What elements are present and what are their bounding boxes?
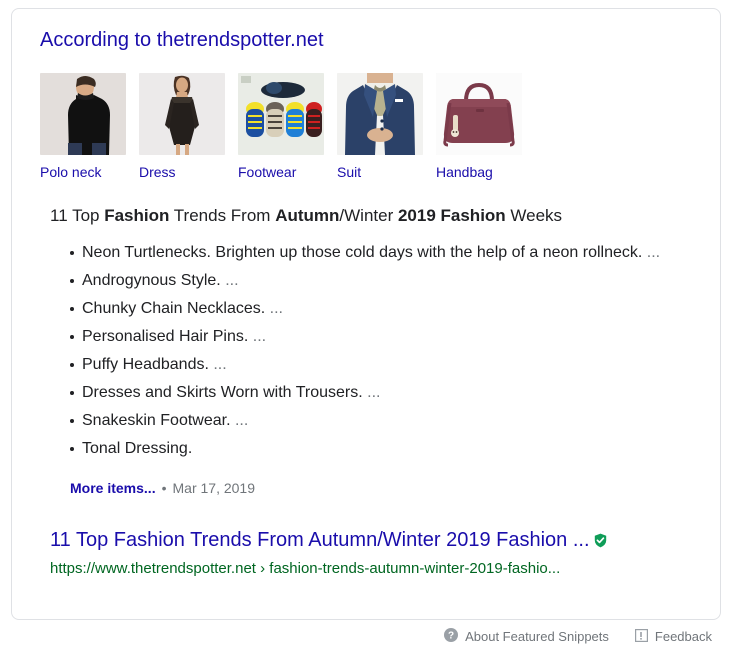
about-featured-snippets-label: About Featured Snippets [465,629,609,645]
feedback-label: Feedback [655,629,712,645]
bullet-ellipsis: ... [363,384,381,401]
snippet-bullet-item: Neon Turtlenecks. Brighten up those cold… [70,239,700,267]
source-result-url[interactable]: https://www.thetrendspotter.net › fashio… [50,559,700,579]
snippet-bullet-list: Neon Turtlenecks. Brighten up those cold… [50,239,700,463]
thumbnail-label[interactable]: Handbag [436,163,532,181]
thumbnail-label[interactable]: Suit [337,163,433,181]
heading-part-5: 2019 Fashion [398,206,506,225]
snippet-bullet-item: Snakeskin Footwear. ... [70,407,700,435]
bullet-ellipsis: ... [221,272,239,289]
bullet-ellipsis: ... [642,244,660,261]
source-result: 11 Top Fashion Trends From Autumn/Winter… [50,527,700,579]
heading-part-3: Autumn [275,206,339,225]
thumbnail-item-dress[interactable]: Dress [139,73,235,181]
help-question-circle-icon: ? [444,628,458,645]
thumbnail-strip: Polo neck [40,73,700,181]
svg-text:?: ? [448,631,454,642]
bullet-ellipsis: ... [265,300,283,317]
about-featured-snippets-button[interactable]: ? About Featured Snippets [444,628,609,645]
feedback-button[interactable]: Feedback [635,629,712,645]
thumbnail-item-footwear[interactable]: Footwear [238,73,334,181]
bullet-ellipsis: ... [248,328,266,345]
featured-snippet-card: According to thetrendspotter.net [11,8,721,620]
more-items-link[interactable]: More items... [70,479,156,497]
bullet-ellipsis: ... [231,412,249,429]
source-title-row: 11 Top Fashion Trends From Autumn/Winter… [50,527,700,553]
heading-part-2: Trends From [169,206,275,225]
snippet-date: Mar 17, 2019 [173,479,256,497]
snippet-bullet-item: Dresses and Skirts Worn with Trousers. .… [70,379,700,407]
source-result-title-link[interactable]: 11 Top Fashion Trends From Autumn/Winter… [50,527,590,553]
bullet-text: Puffy Headbands. [82,356,209,373]
heading-part-1: Fashion [104,206,169,225]
thumbnail-label[interactable]: Footwear [238,163,334,181]
heading-part-4: /Winter [339,206,398,225]
thumbnail-item-handbag[interactable]: Handbag [436,73,532,181]
thumbnail-item-suit[interactable]: Suit [337,73,433,181]
bullet-ellipsis: ... [209,356,227,373]
featured-snippet-page: According to thetrendspotter.net [0,0,732,666]
according-to-source-link[interactable]: According to thetrendspotter.net [40,27,324,53]
bullet-text: Chunky Chain Necklaces. [82,300,265,317]
heading-part-0: 11 Top [50,206,104,225]
handbag-image[interactable] [436,73,522,155]
snippet-footer: ? About Featured Snippets Feedback [444,628,712,645]
bullet-text: Dresses and Skirts Worn with Trousers. [82,384,363,401]
snippet-bullet-item: Tonal Dressing. [70,435,700,463]
card-content: According to thetrendspotter.net [12,9,720,579]
bullet-text: Personalised Hair Pins. [82,328,248,345]
more-items-row: More items... • Mar 17, 2019 [70,479,700,497]
snippet-heading: 11 Top Fashion Trends From Autumn/Winter… [50,205,700,227]
snippet-bullet-item: Chunky Chain Necklaces. ... [70,295,700,323]
polo-neck-image[interactable] [40,73,126,155]
suit-image[interactable] [337,73,423,155]
dress-image[interactable] [139,73,225,155]
heading-part-6: Weeks [506,206,562,225]
separator-dot: • [162,479,167,497]
feedback-flag-icon [635,629,648,645]
thumbnail-label[interactable]: Dress [139,163,235,181]
snippet-bullet-item: Personalised Hair Pins. ... [70,323,700,351]
snippet-bullet-item: Puffy Headbands. ... [70,351,700,379]
bullet-text: Androgynous Style. [82,272,221,289]
verified-shield-check-icon [594,533,607,548]
snippet-bullet-item: Androgynous Style. ... [70,267,700,295]
footwear-image[interactable] [238,73,324,155]
bullet-text: Tonal Dressing. [82,440,192,457]
bullet-text: Snakeskin Footwear. [82,412,231,429]
bullet-text: Neon Turtlenecks. Brighten up those cold… [82,244,642,261]
thumbnail-item-polo-neck[interactable]: Polo neck [40,73,136,181]
thumbnail-label[interactable]: Polo neck [40,163,136,181]
